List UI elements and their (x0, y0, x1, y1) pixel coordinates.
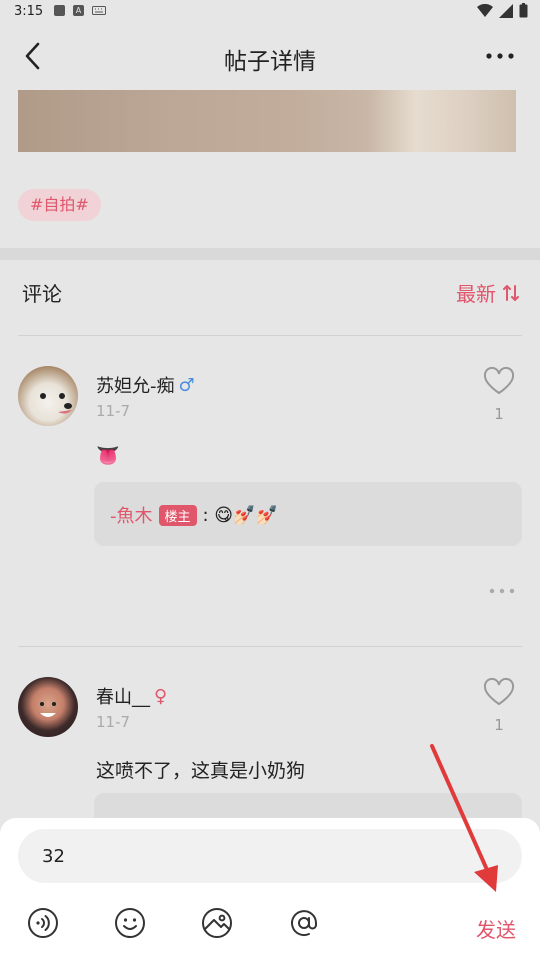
signal-icon (499, 3, 513, 18)
more-options-button[interactable] (482, 40, 518, 72)
sort-label: 最新 (456, 282, 496, 306)
comment-input[interactable] (18, 829, 522, 883)
male-gender-icon: ♂ (178, 374, 195, 396)
comment-more-button[interactable] (488, 582, 516, 594)
section-divider (0, 248, 540, 260)
emoji-button[interactable] (113, 906, 147, 940)
like-count: 1 (494, 405, 504, 423)
keyboard-notification-icon (92, 6, 106, 15)
reply-text: : 😋💅🏻💅🏻 (202, 504, 278, 526)
at-mention-icon (291, 910, 317, 937)
comment-text: 这喷不了，这真是小奶狗 (96, 760, 306, 782)
female-gender-icon: ♀ (154, 685, 168, 707)
wifi-icon (477, 3, 493, 17)
image-icon (202, 908, 232, 938)
status-time: 3:15 (14, 4, 44, 19)
reply-box[interactable]: -魚木 楼主 : 😋💅🏻💅🏻 (94, 482, 522, 546)
post-image[interactable] (18, 90, 516, 152)
comment-composer: 发送 (0, 818, 540, 960)
topic-tag[interactable]: #自拍# (18, 189, 101, 221)
emoji-icon (115, 908, 145, 938)
heart-icon (483, 677, 515, 706)
a-notification-icon: A (73, 5, 84, 16)
voice-button[interactable] (26, 906, 60, 940)
divider (18, 646, 522, 647)
heart-icon (483, 366, 515, 395)
comments-title: 评论 (22, 282, 62, 306)
like-button[interactable] (482, 366, 516, 396)
girl-avatar-icon (40, 702, 56, 717)
like-button[interactable] (482, 677, 516, 707)
more-dots-icon (486, 53, 514, 59)
avatar[interactable] (18, 677, 78, 737)
username-text: 苏妲允-痴 (96, 376, 175, 397)
page-title: 帖子详情 (224, 49, 316, 75)
like-count: 1 (494, 716, 504, 734)
more-dots-icon (489, 588, 515, 594)
host-badge: 楼主 (158, 504, 197, 526)
reply-author[interactable]: -魚木 (110, 502, 153, 528)
comment-username[interactable]: 苏妲允-痴 ♂ (96, 372, 195, 398)
image-button[interactable] (200, 906, 234, 940)
battery-icon (519, 3, 528, 18)
top-app-bar: 帖子详情 (0, 24, 540, 88)
gallery-notification-icon (54, 5, 65, 16)
comment-date: 11-7 (96, 402, 131, 420)
comment-text: 👅 (96, 445, 120, 467)
comment-username[interactable]: 春山__ ♀ (96, 683, 167, 709)
divider (18, 335, 522, 336)
send-button[interactable]: 发送 (476, 914, 516, 943)
mention-button[interactable] (287, 906, 321, 940)
username-text: 春山__ (96, 687, 150, 708)
status-bar: 3:15 A (0, 0, 540, 24)
comments-header: 评论 最新 (0, 268, 540, 314)
voice-icon (28, 908, 58, 938)
avatar[interactable] (18, 366, 78, 426)
comment-date: 11-7 (96, 713, 131, 731)
sort-arrows-icon (503, 284, 519, 301)
sort-button[interactable]: 最新 (456, 278, 520, 307)
dog-avatar-icon (40, 393, 72, 414)
